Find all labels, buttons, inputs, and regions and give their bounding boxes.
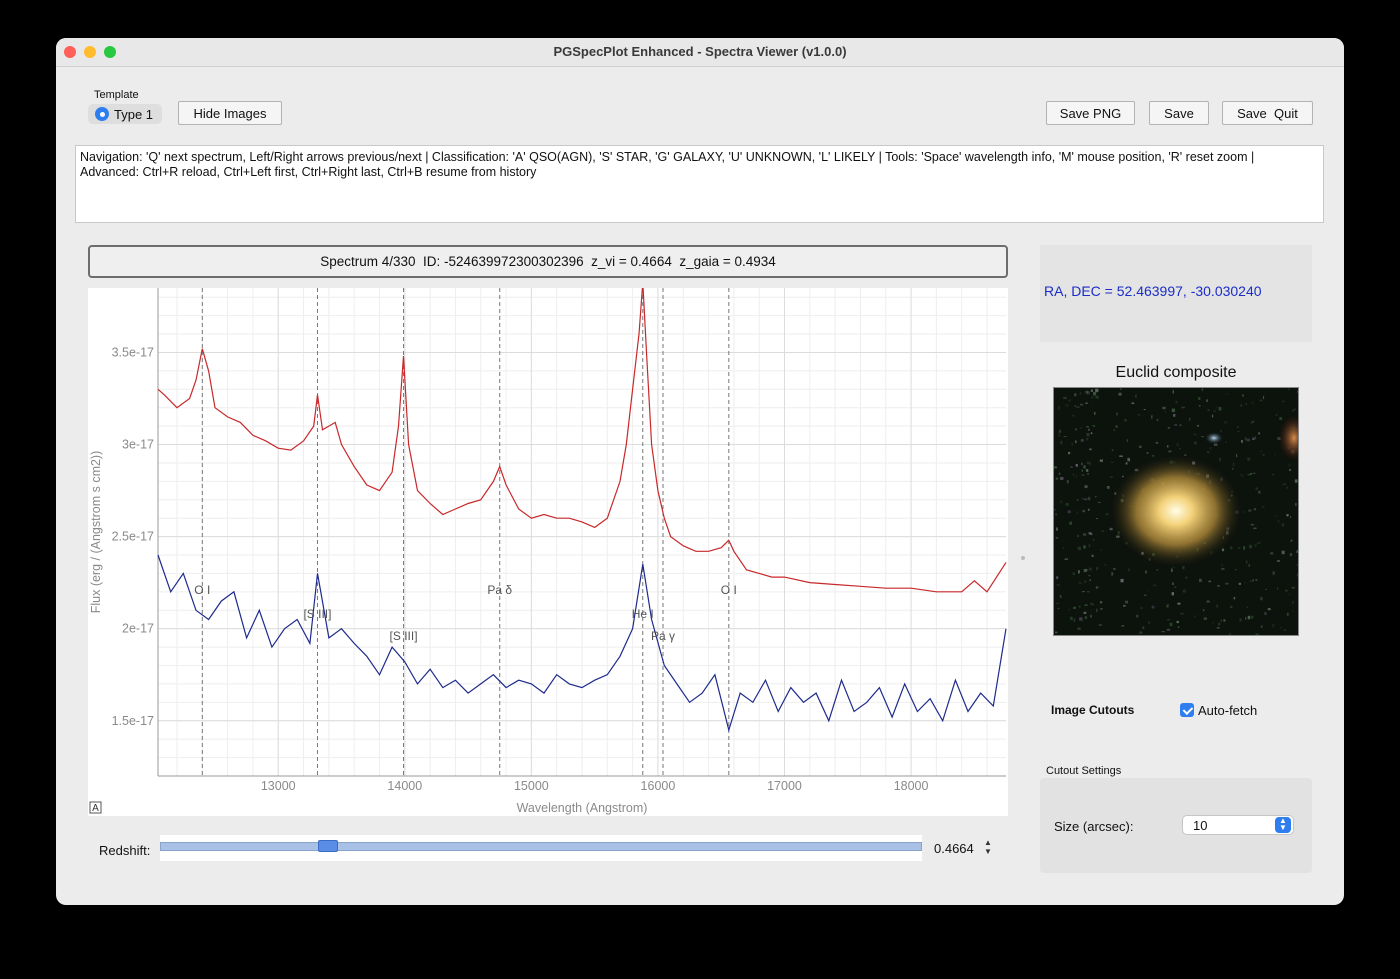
spectral-line-label: Pa γ xyxy=(651,629,675,643)
cutout-settings-label: Cutout Settings xyxy=(1046,765,1122,777)
splitter-handle[interactable] xyxy=(1021,556,1025,560)
hide-images-button[interactable]: Hide Images xyxy=(178,101,282,125)
autoscale-badge-label: A xyxy=(92,803,99,814)
radio-selected-icon xyxy=(95,107,109,121)
redshift-slider-track[interactable] xyxy=(160,842,922,851)
save-button[interactable]: Save xyxy=(1149,101,1209,125)
help-line-2: Advanced: Ctrl+R reload, Ctrl+Left first… xyxy=(80,165,537,179)
spectrum-chart[interactable]: 13000 14000 15000 16000 17000 18000 1.5e-17 2e-… xyxy=(88,282,1008,816)
spectral-line-label: O I xyxy=(721,583,737,597)
small-source xyxy=(1205,432,1223,444)
size-select[interactable]: 10 ▲ ▼ xyxy=(1182,815,1294,835)
title-bar: PGSpecPlot Enhanced - Spectra Viewer (v1… xyxy=(56,38,1344,67)
x-tick-label: 18000 xyxy=(894,779,929,793)
x-tick-label: 14000 xyxy=(387,779,422,793)
spectral-line-label: [S III] xyxy=(303,607,331,621)
autofetch-checkbox[interactable] xyxy=(1180,703,1194,717)
x-tick-label: 16000 xyxy=(641,779,676,793)
autofetch-label: Auto-fetch xyxy=(1198,703,1258,718)
y-tick-label: 3.5e-17 xyxy=(112,345,154,359)
template-type1-label: Type 1 xyxy=(114,107,154,122)
radec-panel: RA, DEC = 52.463997, -30.030240 xyxy=(1040,245,1312,342)
template-type1-radio[interactable]: Type 1 xyxy=(88,104,162,124)
redshift-slider[interactable] xyxy=(160,835,922,861)
spinbox-arrows-icon[interactable]: ▲ ▼ xyxy=(984,838,992,856)
y-tick-label: 3e-17 xyxy=(122,438,154,452)
y-tick-label: 2e-17 xyxy=(122,622,154,636)
size-label: Size (arcsec): xyxy=(1054,819,1134,834)
spectral-line-label: Pa δ xyxy=(487,583,512,597)
spectrum-plot[interactable]: 13000 14000 15000 16000 17000 18000 1.5e-17 2e-… xyxy=(88,282,1008,816)
help-text-area[interactable]: Navigation: 'Q' next spectrum, Left/Righ… xyxy=(75,145,1324,223)
redshift-label: Redshift: xyxy=(99,843,151,858)
window-title: PGSpecPlot Enhanced - Spectra Viewer (v1… xyxy=(553,44,847,59)
app-window: PGSpecPlot Enhanced - Spectra Viewer (v1… xyxy=(56,38,1344,905)
size-select-value: 10 xyxy=(1193,818,1208,833)
template-group-label: Template xyxy=(94,89,139,101)
cutout-settings-panel: Size (arcsec): 10 ▲ ▼ xyxy=(1040,778,1312,873)
save-png-button[interactable]: Save PNG xyxy=(1046,101,1135,125)
y-tick-label: 1.5e-17 xyxy=(112,714,154,728)
spectral-line-label: [S III] xyxy=(390,629,418,643)
chevron-updown-icon: ▲ ▼ xyxy=(1275,817,1291,833)
x-tick-label: 17000 xyxy=(767,779,802,793)
help-line-1: Navigation: 'Q' next spectrum, Left/Righ… xyxy=(80,150,1255,164)
radec-label: RA, DEC = 52.463997, -30.030240 xyxy=(1044,283,1262,299)
save-quit-button[interactable]: Save Quit xyxy=(1222,101,1313,125)
spectrum-info-header: Spectrum 4/330 ID: -524639972300302396 z… xyxy=(88,245,1008,278)
spectral-line-label: He I xyxy=(632,607,654,621)
x-axis-label: Wavelength (Angstrom) xyxy=(517,801,648,815)
y-axis-label: Flux (erg / (Angstrom s cm2)) xyxy=(89,451,103,614)
redshift-slider-handle[interactable] xyxy=(317,840,338,852)
redshift-spinbox[interactable]: 0.4664 xyxy=(934,841,974,856)
y-tick-label: 2.5e-17 xyxy=(112,530,154,544)
galaxy-blob xyxy=(1110,455,1242,567)
euclid-composite-image xyxy=(1053,387,1299,636)
euclid-title: Euclid composite xyxy=(1115,364,1237,381)
spectral-line-label: O I xyxy=(194,583,210,597)
image-cutouts-label: Image Cutouts xyxy=(1051,703,1135,717)
x-tick-label: 15000 xyxy=(514,779,549,793)
x-tick-label: 13000 xyxy=(261,779,296,793)
